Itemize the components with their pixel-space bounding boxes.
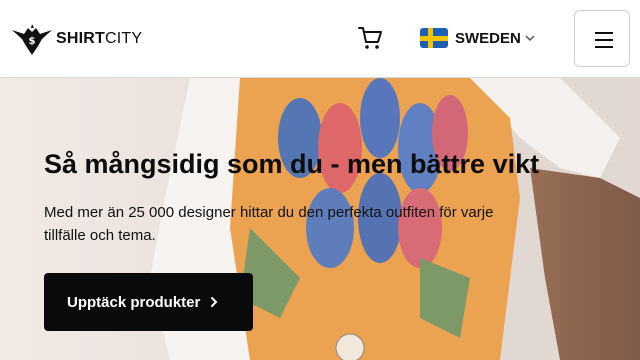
sweden-flag-icon — [420, 28, 448, 48]
menu-button[interactable] — [574, 10, 630, 67]
hamburger-line — [595, 39, 613, 41]
eagle-logo-icon: $ — [12, 24, 52, 55]
cta-label: Upptäck produkter — [67, 293, 201, 311]
site-header: $ SHIRTCITY SWEDEN — [0, 0, 640, 78]
hero-title: Så mångsidig som du - men bättre vikt — [44, 149, 540, 179]
hero-description: Med mer än 25 000 designer hittar du den… — [44, 204, 494, 244]
country-label: SWEDEN — [455, 29, 521, 47]
chevron-down-icon — [525, 35, 535, 42]
hamburger-line — [595, 46, 613, 48]
cart-icon[interactable] — [357, 25, 383, 51]
hamburger-menu-icon — [595, 32, 613, 34]
svg-text:$: $ — [29, 36, 36, 47]
discover-products-button[interactable]: Upptäck produkter — [44, 273, 253, 331]
chevron-right-icon — [211, 297, 218, 307]
shirtcity-logo[interactable]: $ SHIRTCITY — [10, 22, 142, 56]
hero-banner: Så mångsidig som du - men bättre vikt Me… — [0, 78, 640, 360]
logo-text: SHIRTCITY — [56, 30, 143, 47]
country-selector[interactable]: SWEDEN — [420, 28, 535, 48]
